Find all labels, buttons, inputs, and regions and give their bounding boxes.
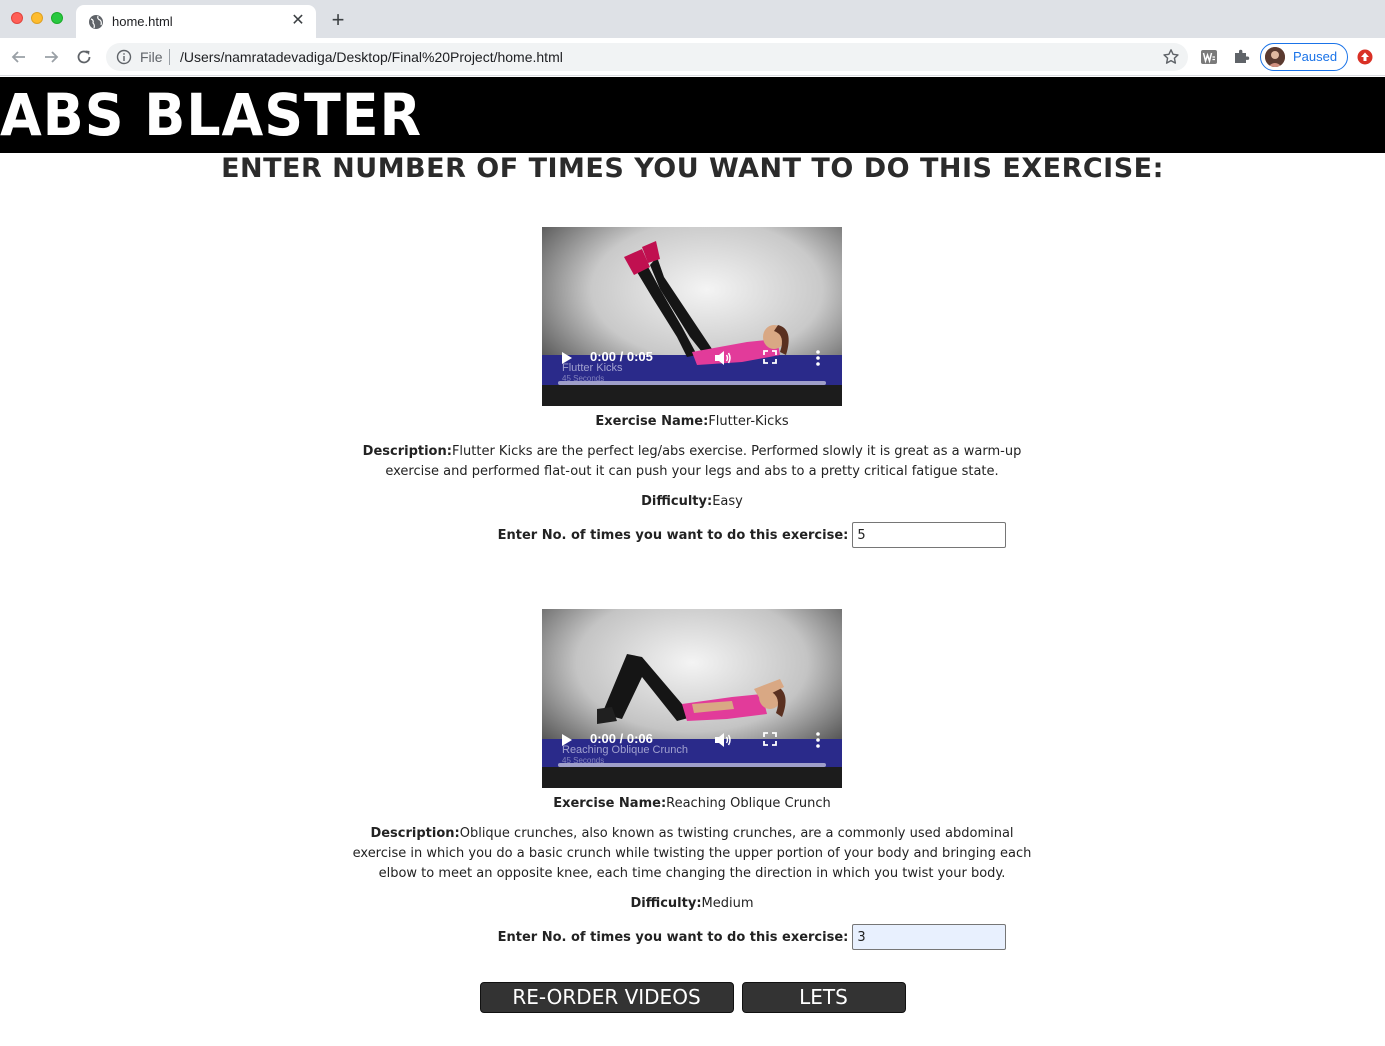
play-icon[interactable] bbox=[561, 733, 573, 747]
back-icon[interactable] bbox=[9, 47, 29, 67]
extensions-puzzle-icon[interactable] bbox=[1232, 48, 1250, 66]
fullscreen-icon[interactable] bbox=[763, 732, 777, 746]
url-text[interactable]: /Users/namratadevadiga/Desktop/Final%20P… bbox=[180, 49, 563, 65]
globe-icon bbox=[89, 15, 103, 29]
reload-icon[interactable] bbox=[74, 47, 94, 67]
more-options-icon[interactable] bbox=[815, 349, 821, 367]
exercise-name-label: Exercise Name: bbox=[595, 414, 709, 429]
address-separator bbox=[169, 49, 170, 65]
file-scheme-label: File bbox=[140, 49, 163, 65]
bookmark-star-icon[interactable] bbox=[1162, 48, 1180, 66]
exercise-difficulty-label: Difficulty: bbox=[630, 896, 702, 911]
repetition-input-label: Enter No. of times you want to do this e… bbox=[497, 527, 849, 543]
reorder-videos-button[interactable]: RE-ORDER VIDEOS AGAIN? bbox=[479, 982, 734, 1038]
repetition-input-row: Enter No. of times you want to do this e… bbox=[342, 522, 1042, 548]
exercise-difficulty-line: Difficulty:Easy bbox=[342, 492, 1042, 512]
exercise-difficulty-line: Difficulty:Medium bbox=[342, 894, 1042, 914]
page-heading: ENTER NUMBER OF TIMES YOU WANT TO DO THI… bbox=[221, 153, 1164, 184]
exercise-name-line: Exercise Name:Reaching Oblique Crunch bbox=[342, 794, 1042, 814]
exercise-video-player[interactable]: Reaching Oblique Crunch 45 Seconds 0:00 … bbox=[542, 609, 842, 788]
minimize-window-button[interactable] bbox=[31, 12, 43, 24]
video-controls: Reaching Oblique Crunch 45 Seconds 0:00 … bbox=[542, 725, 842, 788]
exercise-name-line: Exercise Name:Flutter-Kicks bbox=[342, 412, 1042, 432]
volume-icon[interactable] bbox=[714, 350, 732, 366]
address-bar[interactable]: File /Users/namratadevadiga/Desktop/Fina… bbox=[106, 43, 1188, 71]
action-buttons: RE-ORDER VIDEOS AGAIN? LETS WORKOUT! bbox=[0, 982, 1385, 1038]
exercise-video-player[interactable]: Flutter Kicks 45 Seconds 0:00 / 0:05 bbox=[542, 227, 842, 406]
repetition-input-label: Enter No. of times you want to do this e… bbox=[497, 929, 849, 945]
avatar-image bbox=[1265, 47, 1285, 67]
exercise-name: Flutter-Kicks bbox=[708, 414, 789, 429]
info-icon[interactable] bbox=[116, 49, 132, 65]
forward-icon[interactable] bbox=[41, 47, 61, 67]
more-options-icon[interactable] bbox=[815, 731, 821, 749]
exercise-description-line: Description:Oblique crunches, also known… bbox=[347, 824, 1037, 884]
exercise-description-label: Description: bbox=[370, 826, 460, 841]
video-controls: Flutter Kicks 45 Seconds 0:00 / 0:05 bbox=[542, 343, 842, 406]
site-title: ABS BLASTER bbox=[0, 81, 422, 149]
new-tab-icon[interactable]: + bbox=[328, 9, 348, 31]
browser-toolbar: File /Users/namratadevadiga/Desktop/Fina… bbox=[0, 38, 1385, 76]
video-progress-bar[interactable] bbox=[558, 381, 826, 385]
play-icon[interactable] bbox=[561, 351, 573, 365]
exercise-description-line: Description:Flutter Kicks are the perfec… bbox=[347, 442, 1037, 482]
video-progress-bar[interactable] bbox=[558, 763, 826, 767]
exercise-description: Flutter Kicks are the perfect leg/abs ex… bbox=[385, 444, 1022, 479]
avatar bbox=[1265, 47, 1285, 67]
profile-status-label: Paused bbox=[1293, 49, 1338, 64]
lets-workout-button[interactable]: LETS WORKOUT! bbox=[741, 982, 906, 1038]
exercise-difficulty-label: Difficulty: bbox=[641, 494, 713, 509]
volume-icon[interactable] bbox=[714, 732, 732, 748]
repetition-input-row: Enter No. of times you want to do this e… bbox=[342, 924, 1042, 950]
maximize-window-button[interactable] bbox=[51, 12, 63, 24]
close-tab-icon[interactable]: ✕ bbox=[290, 13, 306, 29]
extension-w-icon[interactable] bbox=[1200, 48, 1218, 66]
exercise-card: Flutter Kicks 45 Seconds 0:00 / 0:05 Exe… bbox=[342, 227, 1042, 548]
profile-button[interactable]: Paused bbox=[1260, 43, 1348, 71]
exercise-card: Reaching Oblique Crunch 45 Seconds 0:00 … bbox=[342, 609, 1042, 950]
exercise-name-label: Exercise Name: bbox=[553, 796, 667, 811]
browser-tab[interactable]: home.html ✕ bbox=[76, 5, 316, 38]
update-arrow-icon[interactable] bbox=[1357, 49, 1373, 65]
browser-tab-bar: home.html ✕ + bbox=[0, 0, 1385, 38]
video-time-label: 0:00 / 0:06 bbox=[590, 731, 653, 746]
tab-title: home.html bbox=[112, 14, 173, 29]
exercise-name: Reaching Oblique Crunch bbox=[666, 796, 831, 811]
fullscreen-icon[interactable] bbox=[763, 350, 777, 364]
close-window-button[interactable] bbox=[11, 12, 23, 24]
repetition-count-input[interactable] bbox=[852, 924, 1007, 950]
repetition-count-input[interactable] bbox=[852, 522, 1007, 548]
site-header: ABS BLASTER bbox=[0, 77, 1385, 153]
exercise-difficulty: Easy bbox=[712, 494, 743, 509]
exercise-difficulty: Medium bbox=[701, 896, 754, 911]
video-time-label: 0:00 / 0:05 bbox=[590, 349, 653, 364]
exercise-description-label: Description: bbox=[362, 444, 452, 459]
